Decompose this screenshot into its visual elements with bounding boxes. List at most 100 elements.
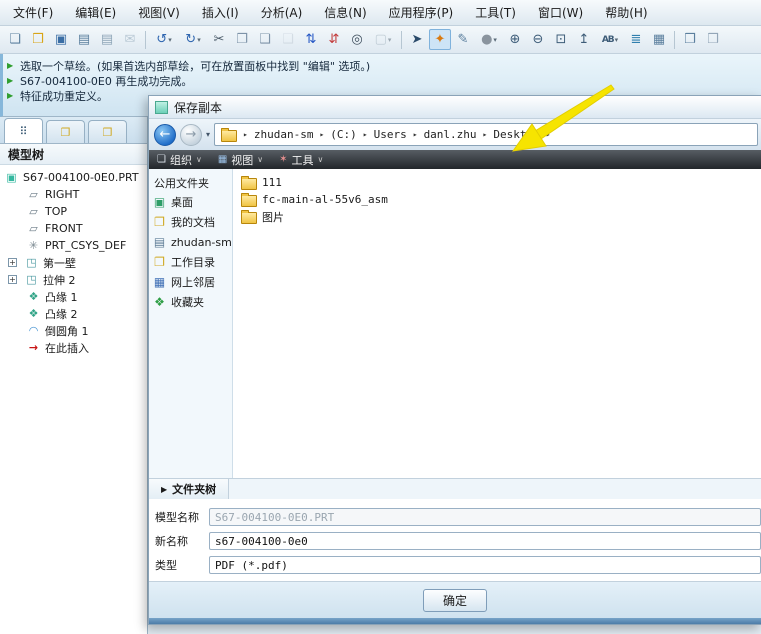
folder-tree-toggle[interactable]: ▶ 文件夹树 <box>149 479 229 499</box>
expander-icon[interactable]: + <box>8 258 17 267</box>
mail-button[interactable]: ✉ ▾ <box>119 29 141 50</box>
breadcrumb-item[interactable]: ▸ danl.zhu <box>413 128 477 141</box>
tree-item[interactable]: + ❖ 凸缘 1 <box>0 288 147 305</box>
ok-button[interactable]: 确定 <box>423 589 487 612</box>
toolbar-icon: ❐ <box>236 32 248 47</box>
sidebar-item-label: zhudan-sm <box>171 236 232 249</box>
file-item[interactable]: 111 <box>241 174 753 191</box>
sidebar-item[interactable]: ❐ 我的文档 <box>152 212 229 232</box>
file-item[interactable]: fc-main-al-55v6_asm <box>241 191 753 208</box>
new-file-button[interactable]: ❏ ▾ <box>4 29 26 50</box>
window-button[interactable]: ❒ ▾ <box>679 29 701 50</box>
select-set-button[interactable]: ▢ ▾ <box>369 29 397 50</box>
select-arrow-button[interactable]: ➤ ▾ <box>406 29 428 50</box>
toolbar-icon: ↻ <box>185 32 196 47</box>
tree-item[interactable]: + ▱ TOP <box>0 203 147 220</box>
sidebar-item-icon: ▤ <box>152 235 167 249</box>
toolbar-button: ▾ <box>142 29 149 50</box>
file-list: 111 fc-main-al-55v6_asm 图片 <box>233 169 761 478</box>
menu-item[interactable]: 编辑(E) <box>64 0 127 25</box>
save-button[interactable]: ▣ ▾ <box>50 29 72 50</box>
annotation-toggle-button[interactable]: AB ▾ <box>596 29 624 50</box>
tree-item[interactable]: + → 在此插入 <box>0 339 147 356</box>
tools-menu[interactable]: ✶ 工具 ∨ <box>279 152 323 168</box>
regenerate-manager-button[interactable]: ⇵ ▾ <box>323 29 345 50</box>
breadcrumb-item[interactable]: ▸ zhudan-sm <box>243 128 313 141</box>
zoom-fit-button[interactable]: ⊡ ▾ <box>550 29 572 50</box>
breadcrumb-item[interactable]: ▸ Desktop <box>483 128 540 141</box>
open-button[interactable]: ❒ ▾ <box>27 29 49 50</box>
sidebar-items: ▣ 桌面 ❐ 我的文档 ▤ zhudan-sm ❐ 工作目录 ▦ 网上邻居 <box>152 192 229 312</box>
regenerate-button[interactable]: ⇅ ▾ <box>300 29 322 50</box>
menu-item[interactable]: 工具(T) <box>464 0 527 25</box>
history-dropdown-icon[interactable]: ▾ <box>206 130 210 139</box>
dialog-menu-bar: ❏ 组织 ∨ ▦ 视图 ∨ ✶ 工具 ∨ <box>149 150 761 169</box>
shading-button[interactable]: ● ▾ <box>475 29 503 50</box>
expander-icon[interactable]: + <box>8 275 17 284</box>
zoom-out-button[interactable]: ⊖ ▾ <box>527 29 549 50</box>
tree-item[interactable]: + ❖ 凸缘 2 <box>0 305 147 322</box>
tree-item-label: PRT_CSYS_DEF <box>45 239 126 252</box>
window-2-button[interactable]: ❒ ▾ <box>702 29 724 50</box>
menu-item[interactable]: 文件(F) <box>2 0 64 25</box>
tree-item[interactable]: + ▣ S67-004100-0E0.PRT <box>0 169 147 186</box>
paste-special-button[interactable]: ❑ ▾ <box>277 29 299 50</box>
type-select[interactable] <box>209 556 761 574</box>
dialog-form: 模型名称 新名称 类型 <box>149 499 761 581</box>
tree-item[interactable]: + ◳ 第一壁 <box>0 254 147 271</box>
toolbar-button: ▾ <box>398 29 405 50</box>
address-bar[interactable]: ▸ zhudan-sm ▸ (C:) ▸ Users ▸ danl.zhu ▸ … <box>214 123 758 146</box>
menu-item[interactable]: 视图(V) <box>127 0 191 25</box>
sidebar-item[interactable]: ❐ 工作目录 <box>152 252 229 272</box>
sidebar-item-icon: ▣ <box>152 195 167 209</box>
panel-tab-icon: ❐ <box>61 126 71 139</box>
organize-menu[interactable]: ❏ 组织 ∨ <box>157 152 202 168</box>
sidebar-item[interactable]: ▣ 桌面 <box>152 192 229 212</box>
tree-item-label: 凸缘 1 <box>45 289 78 305</box>
toolbar-icon: ● <box>481 32 492 47</box>
zoom-in-button[interactable]: ⊕ ▾ <box>504 29 526 50</box>
tree-item[interactable]: + ◳ 拉伸 2 <box>0 271 147 288</box>
chain-select-button[interactable]: ✦ ▾ <box>429 29 451 50</box>
tree-item[interactable]: + ▱ RIGHT <box>0 186 147 203</box>
refit-button[interactable]: ↥ ▾ <box>573 29 595 50</box>
toolbar-icon: ✎ <box>458 32 469 47</box>
smart-filter-button[interactable]: ✎ ▾ <box>452 29 474 50</box>
folder-browser-tab[interactable]: ❐ <box>46 120 85 143</box>
new-name-field[interactable] <box>209 532 761 550</box>
menu-item[interactable]: 帮助(H) <box>594 0 658 25</box>
file-item[interactable]: 图片 <box>241 208 753 225</box>
print-button[interactable]: ▤ ▾ <box>73 29 95 50</box>
views-menu[interactable]: ▦ 视图 ∨ <box>218 152 263 168</box>
breadcrumb-item[interactable]: ▸ (C:) <box>319 128 356 141</box>
tree-item[interactable]: + ▱ FRONT <box>0 220 147 237</box>
menu-item[interactable]: 信息(N) <box>313 0 377 25</box>
sidebar-item[interactable]: ▤ zhudan-sm <box>152 232 229 252</box>
sidebar-item[interactable]: ❖ 收藏夹 <box>152 292 229 312</box>
toolbar-icon: ❒ <box>32 32 44 47</box>
layers-button[interactable]: ≣ ▾ <box>625 29 647 50</box>
cut-button[interactable]: ✂ ▾ <box>208 29 230 50</box>
paste-button[interactable]: ❑ ▾ <box>254 29 276 50</box>
forward-button[interactable]: → <box>180 124 202 146</box>
find-button[interactable]: ◎ ▾ <box>346 29 368 50</box>
tree-item[interactable]: + ✳ PRT_CSYS_DEF <box>0 237 147 254</box>
favorites-tab[interactable]: ❒ <box>88 120 127 143</box>
model-tree-tab[interactable]: ⠿ <box>4 118 43 143</box>
menu-item[interactable]: 分析(A) <box>250 0 314 25</box>
breadcrumb-item[interactable]: ▸ Users <box>363 128 407 141</box>
copy-button[interactable]: ❐ ▾ <box>231 29 253 50</box>
print-setup-button[interactable]: ▤ ▾ <box>96 29 118 50</box>
toolbar-icon: ❏ <box>9 32 21 47</box>
redo-button[interactable]: ↻ ▾ <box>179 29 207 50</box>
tree-item[interactable]: + ◠ 倒圆角 1 <box>0 322 147 339</box>
folder-icon <box>241 195 257 207</box>
sidebar-item[interactable]: ▦ 网上邻居 <box>152 272 229 292</box>
back-button[interactable]: ← <box>154 124 176 146</box>
menu-item[interactable]: 应用程序(P) <box>378 0 465 25</box>
toolbar-icon: ↺ <box>156 32 167 47</box>
view-manager-button[interactable]: ▦ ▾ <box>648 29 670 50</box>
menu-item[interactable]: 插入(I) <box>191 0 250 25</box>
undo-button[interactable]: ↺ ▾ <box>150 29 178 50</box>
menu-item[interactable]: 窗口(W) <box>527 0 594 25</box>
